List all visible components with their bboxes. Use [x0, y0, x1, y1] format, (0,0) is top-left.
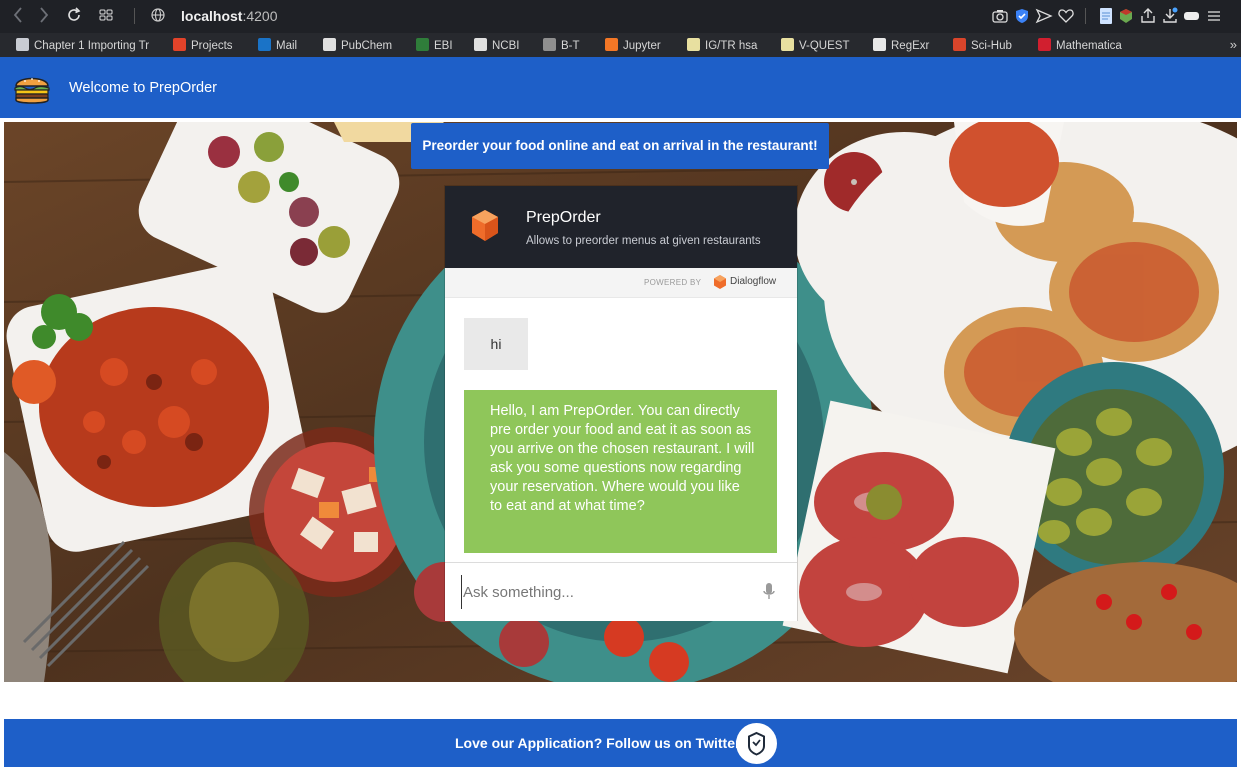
powered-by-label: POWERED BY [644, 278, 702, 287]
bookmark-label: Sci-Hub [971, 40, 1012, 52]
dialogflow-brand: Dialogflow [730, 276, 777, 287]
address-bar[interactable]: localhost:4200 [181, 8, 278, 24]
bookmark-favicon-icon [416, 38, 429, 51]
url-port: :4200 [242, 8, 278, 24]
bookmark-label: NCBI [492, 40, 520, 52]
chat-header: PrepOrder Allows to preorder menus at gi… [445, 186, 797, 268]
shield-icon[interactable] [1013, 7, 1031, 25]
agent-cube-icon [472, 210, 498, 241]
browser-toolbar: localhost:4200 [0, 0, 1241, 33]
bookmark-label: Projects [191, 40, 233, 52]
bookmark-item[interactable]: NCBI [474, 38, 519, 52]
burger-logo-icon [14, 77, 50, 104]
bookmark-item[interactable]: Mathematica [1038, 38, 1122, 52]
bot-message: Hello, I am PrepOrder. You can directly … [464, 390, 777, 553]
bookmark-label: IG/TR hsa [705, 40, 758, 52]
download-icon[interactable] [1161, 7, 1179, 25]
user-message: hi [464, 318, 528, 370]
bookmarks-bar: Chapter 1 Importing Tr Projects Mail PubChe… [0, 33, 1241, 57]
app-title: Welcome to PrepOrder [69, 80, 218, 96]
share-icon[interactable] [1139, 7, 1157, 25]
bookmark-item[interactable]: B-T [543, 38, 580, 52]
send-icon[interactable] [1035, 7, 1053, 25]
follow-twitter-text: Love our Application? Follow us on Twitt… [455, 735, 746, 751]
heart-icon[interactable] [1057, 7, 1075, 25]
bookmark-favicon-icon [543, 38, 556, 51]
bookmark-label: Mathematica [1056, 40, 1122, 52]
reload-icon[interactable] [66, 7, 82, 25]
dialogflow-logo-icon [714, 275, 726, 289]
bookmark-favicon-icon [258, 38, 271, 51]
document-icon[interactable] [1097, 7, 1115, 25]
cube-extension-icon[interactable] [1117, 7, 1135, 25]
agent-name: PrepOrder [526, 209, 601, 226]
bookmark-item[interactable]: Jupyter [605, 38, 661, 52]
url-host: localhost [181, 8, 243, 24]
chat-input-bar [445, 562, 797, 621]
bookmarks-overflow-button[interactable]: » [1230, 37, 1237, 52]
bookmark-favicon-icon [781, 38, 794, 51]
bookmark-item[interactable]: EBI [416, 38, 453, 52]
forward-icon[interactable] [38, 7, 50, 25]
bookmark-favicon-icon [173, 38, 186, 51]
bookmark-label: PubChem [341, 40, 393, 52]
bookmark-item[interactable]: RegExr [873, 38, 929, 52]
app-header: Welcome to PrepOrder [0, 57, 1241, 118]
twitter-button[interactable] [736, 723, 777, 764]
extension-icons [981, 7, 1231, 25]
bookmark-label: RegExr [891, 40, 930, 52]
footer-bar: Love our Application? Follow us on Twitt… [4, 719, 1237, 767]
tab-grid-icon[interactable] [98, 7, 114, 25]
bookmark-item[interactable]: IG/TR hsa [687, 38, 757, 52]
bookmark-label: Jupyter [623, 40, 661, 52]
bookmark-label: EBI [434, 40, 453, 52]
bookmark-favicon-icon [474, 38, 487, 51]
promo-banner: Preorder your food online and eat on arr… [411, 123, 829, 169]
agent-description: Allows to preorder menus at given restau… [526, 235, 761, 247]
back-icon[interactable] [12, 7, 24, 25]
bookmark-item[interactable]: Projects [173, 38, 233, 52]
powered-by-bar: POWERED BY Dialogflow [445, 268, 797, 298]
camera-icon[interactable] [991, 7, 1009, 25]
bookmark-item[interactable]: Chapter 1 Importing Tr [16, 38, 149, 52]
bookmark-favicon-icon [1038, 38, 1051, 51]
toolbar-divider [1085, 8, 1086, 24]
bookmark-label: Chapter 1 Importing Tr [34, 40, 150, 52]
bookmark-item[interactable]: Sci-Hub [953, 38, 1012, 52]
bookmark-label: B-T [561, 40, 580, 52]
globe-icon [150, 7, 166, 25]
bookmark-favicon-icon [605, 38, 618, 51]
bookmark-favicon-icon [873, 38, 886, 51]
twitter-icon [748, 731, 765, 756]
battery-icon [1184, 12, 1199, 20]
bookmark-label: V-QUEST [799, 40, 850, 52]
menu-icon[interactable] [1205, 7, 1223, 25]
bookmark-favicon-icon [323, 38, 336, 51]
bookmark-favicon-icon [953, 38, 966, 51]
bookmark-item[interactable]: Mail [258, 38, 297, 52]
bookmark-favicon-icon [687, 38, 700, 51]
microphone-icon[interactable] [763, 583, 775, 601]
bookmark-favicon-icon [16, 38, 29, 51]
toolbar-divider [134, 8, 135, 24]
dialogflow-chat-widget: PrepOrder Allows to preorder menus at gi… [445, 186, 797, 621]
bookmark-label: Mail [276, 40, 298, 52]
bookmark-item[interactable]: PubChem [323, 38, 392, 52]
bookmark-item[interactable]: V-QUEST [781, 38, 849, 52]
chat-query-input[interactable] [461, 575, 755, 609]
